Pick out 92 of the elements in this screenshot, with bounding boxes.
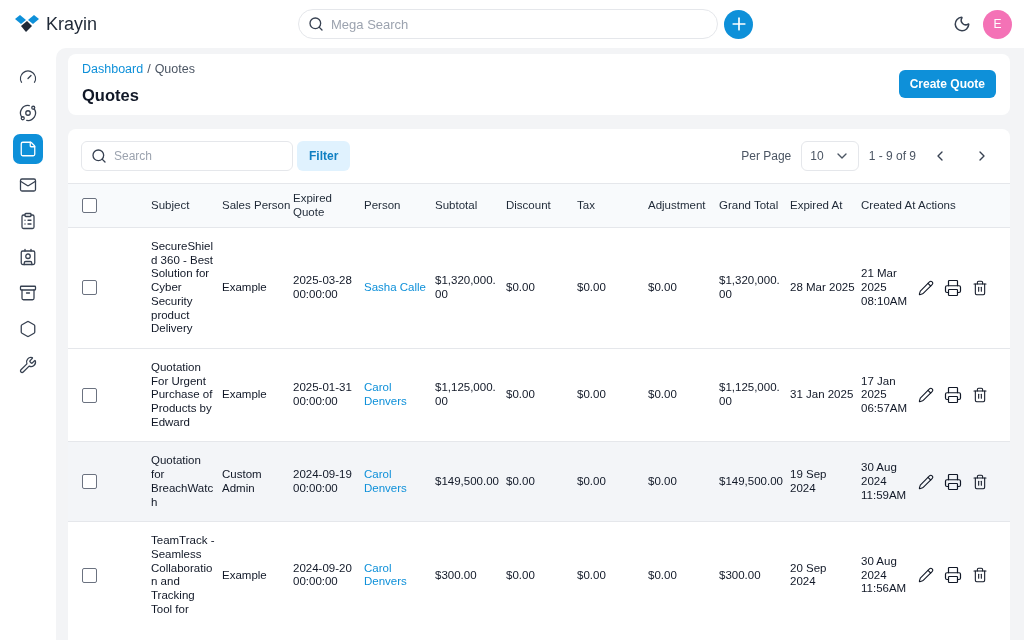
person-link[interactable]: Carol Denvers: [364, 381, 429, 409]
column-header: Subject: [151, 197, 191, 213]
table-cell: TeamTrack - Seamless Collaboration and Tracking Tool for: [151, 534, 216, 617]
table-cell-text: 2024-09-20 00:00:00: [293, 561, 353, 590]
search-icon: [91, 148, 107, 164]
table-cell: Example: [222, 281, 267, 295]
edit-icon[interactable]: [918, 567, 934, 584]
table-cell: 31 Jan 2025: [790, 388, 854, 403]
table-cell: Example: [222, 568, 267, 583]
table-cell-text: $1,125,000.00: [719, 381, 781, 409]
table-cell-text: 2025-03-28 00:00:00: [293, 274, 353, 302]
breadcrumb-link[interactable]: Dashboard: [82, 62, 144, 76]
table-cell: Example: [222, 388, 267, 403]
table-cell-text: 30 Aug 2024 11:59AM: [861, 461, 908, 503]
table-cell-text: Quotation For Urgent Purchase of Products by Edward: [151, 360, 214, 430]
edit-icon[interactable]: [918, 387, 934, 404]
table-cell-text: $1,320,000.00: [435, 274, 497, 302]
column-header: Subtotal: [435, 197, 479, 213]
table-cell-text: Quotation for BreachWatch: [151, 454, 215, 510]
select-all-checkbox[interactable]: [82, 198, 97, 213]
edit-icon[interactable]: [918, 473, 934, 490]
per-page-label: Per Page: [741, 149, 792, 163]
table-cell: $0.00: [506, 281, 535, 295]
table-cell: $0.00: [506, 388, 535, 403]
delete-icon[interactable]: [972, 567, 988, 584]
table-cell: $149,500.00: [435, 475, 499, 489]
per-page-select[interactable]: 10: [801, 141, 859, 171]
create-quote-button[interactable]: Create Quote: [898, 69, 996, 98]
column-header: Grand Total: [719, 197, 780, 213]
table-cell: $0.00: [577, 281, 606, 295]
print-icon[interactable]: [944, 472, 962, 491]
edit-icon[interactable]: [918, 279, 934, 296]
print-icon[interactable]: [944, 386, 962, 405]
table-cell: $0.00: [506, 568, 535, 583]
table-cell-text: 19 Sep 2024: [790, 468, 828, 496]
search-field[interactable]: Search: [81, 141, 293, 171]
delete-icon[interactable]: [972, 279, 988, 296]
table-cell: $0.00: [506, 475, 535, 489]
column-header: Created At: [861, 197, 917, 213]
table-cell-text: 20 Sep 2024: [790, 561, 828, 590]
delete-icon[interactable]: [972, 473, 988, 490]
table-cell-text: 30 Aug 2024 11:56AM: [861, 554, 908, 596]
table-cell: $0.00: [577, 388, 606, 403]
row-checkbox[interactable]: [82, 474, 97, 490]
page-title: Quotes: [82, 86, 140, 105]
filter-button[interactable]: Filter: [297, 141, 351, 171]
table-cell-text: 2025-01-31 00:00:00: [293, 381, 353, 409]
logo-icon: [14, 14, 40, 34]
brand-name: Krayin: [46, 13, 98, 35]
table-cell-text: SecureShield 360 - Best Solution for Cyber Security product Delivery: [151, 240, 214, 336]
table-cell-text: Custom Admin: [222, 468, 263, 496]
column-header: Expired At: [790, 197, 844, 213]
print-icon[interactable]: [944, 566, 962, 585]
delete-icon[interactable]: [972, 387, 988, 404]
user-avatar[interactable]: E: [983, 9, 1012, 39]
table-cell-text: 21 Mar 2025 08:10AM: [861, 267, 909, 309]
table-cell-text: 17 Jan 2025 06:57AM: [861, 374, 909, 416]
add-button[interactable]: [724, 9, 753, 39]
mega-search-field[interactable]: Mega Search: [298, 9, 718, 39]
row-checkbox[interactable]: [82, 387, 97, 403]
page-range: 1 - 9 of 9: [868, 149, 916, 163]
row-checkbox[interactable]: [82, 280, 97, 296]
table-cell: 28 Mar 2025: [790, 281, 855, 295]
breadcrumb-separator: /: [147, 62, 151, 76]
table-cell: $0.00: [577, 475, 606, 489]
column-header: Actions: [918, 197, 957, 213]
column-header: Adjustment: [648, 197, 707, 213]
table-cell: $300.00: [435, 568, 477, 583]
column-header: Discount: [506, 197, 552, 213]
table-cell: $300.00: [719, 568, 761, 583]
table-cell: $0.00: [648, 281, 677, 295]
search-icon: [308, 16, 324, 32]
row-checkbox[interactable]: [82, 567, 97, 583]
person-link[interactable]: Carol Denvers: [364, 468, 429, 496]
column-header: Sales Person: [222, 197, 292, 213]
table-cell: $149,500.00: [719, 475, 783, 489]
person-link[interactable]: Sasha Calle: [364, 281, 426, 295]
moon-icon[interactable]: [953, 15, 971, 33]
breadcrumb-current: Quotes: [154, 62, 195, 76]
table-cell-text: 2024-09-19 00:00:00: [293, 468, 353, 496]
table-cell-text: $1,320,000.00: [719, 274, 781, 302]
column-header: Person: [364, 197, 402, 213]
column-header: Expired Quote: [293, 190, 333, 220]
table-cell: $0.00: [577, 568, 606, 583]
table-cell: $0.00: [648, 475, 677, 489]
column-header: Tax: [577, 197, 596, 213]
table-cell-text: $1,125,000.00: [435, 381, 497, 409]
table-cell: $0.00: [648, 388, 677, 403]
note-icon[interactable]: [13, 134, 43, 164]
person-link[interactable]: Carol Denvers: [364, 561, 429, 590]
table-cell: $0.00: [648, 568, 677, 583]
print-icon[interactable]: [944, 278, 962, 297]
